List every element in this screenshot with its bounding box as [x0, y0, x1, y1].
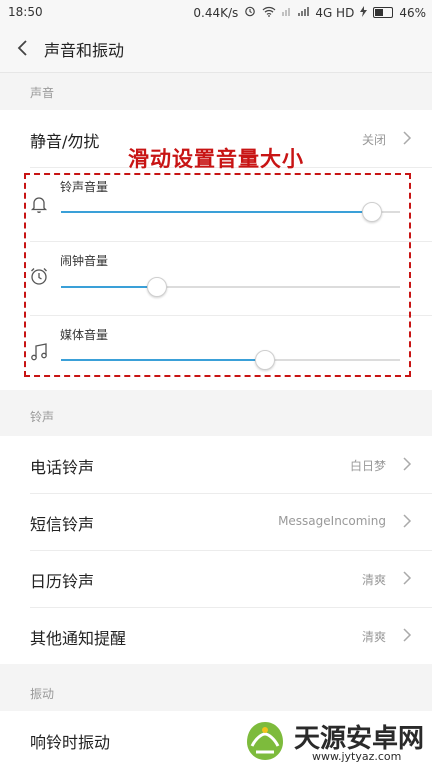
network-type: 4G HD	[315, 5, 355, 20]
annotation-highlight-box	[24, 173, 411, 377]
chevron-right-icon	[402, 456, 412, 472]
ringtone-item-calendar[interactable]: 日历铃声 清爽	[0, 550, 432, 607]
ringtone-item-other[interactable]: 其他通知提醒 清爽	[0, 607, 432, 664]
network-speed: 0.44K/s	[193, 5, 239, 20]
chevron-right-icon	[402, 570, 412, 586]
no-signal-icon	[282, 6, 292, 20]
page-title: 声音和振动	[44, 41, 125, 60]
wifi-icon	[262, 6, 276, 20]
dnd-label: 静音/勿扰	[30, 132, 100, 151]
battery-percent: 46%	[399, 5, 426, 20]
status-time: 18:50	[8, 5, 43, 19]
list-item-label: 响铃时振动	[30, 733, 111, 752]
section-label-sound: 声音	[30, 86, 55, 100]
status-bar: 18:50 0.44K/s 4G HD 46%	[0, 0, 432, 24]
list-item-label: 日历铃声	[30, 572, 95, 591]
list-item-value: 清爽	[361, 573, 386, 587]
battery-icon	[373, 7, 394, 18]
section-label-ringtone: 铃声	[30, 410, 55, 424]
signal-icon	[298, 6, 310, 20]
list-item-value: 清爽	[361, 630, 386, 644]
status-right: 0.44K/s 4G HD 46%	[193, 5, 426, 20]
alarm-status-icon	[244, 5, 256, 20]
list-item-label: 电话铃声	[30, 458, 95, 477]
section-label-vibration: 振动	[30, 687, 55, 701]
dnd-value: 关闭	[361, 133, 386, 147]
list-item-label: 其他通知提醒	[30, 629, 127, 648]
back-icon[interactable]	[14, 36, 34, 60]
chevron-right-icon	[402, 513, 412, 529]
list-item-label: 短信铃声	[30, 515, 95, 534]
watermark: 天源安卓网 www.jytyaz.com	[238, 714, 432, 768]
watermark-url: www.jytyaz.com	[312, 750, 402, 763]
watermark-logo-icon	[242, 718, 288, 764]
page-header: 声音和振动	[0, 24, 432, 73]
ringtone-card: 电话铃声 白日梦 短信铃声 MessageIncoming 日历铃声 清爽 其他…	[0, 436, 432, 664]
list-item-value: MessageIncoming	[278, 514, 386, 528]
annotation-text: 滑动设置音量大小	[128, 146, 304, 171]
charging-icon	[360, 5, 368, 20]
chevron-right-icon	[402, 627, 412, 643]
list-item-value: 白日梦	[349, 459, 386, 473]
ringtone-item-phone[interactable]: 电话铃声 白日梦	[0, 436, 432, 493]
ringtone-item-sms[interactable]: 短信铃声 MessageIncoming	[0, 493, 432, 550]
chevron-right-icon	[402, 130, 412, 146]
